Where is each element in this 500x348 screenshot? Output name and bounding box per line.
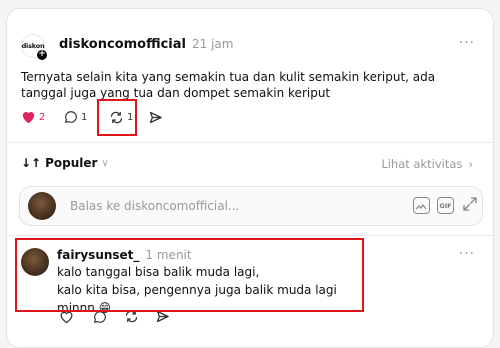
heart-outline-icon — [60, 311, 73, 324]
comment-bubble-icon — [64, 111, 77, 124]
divider — [7, 142, 493, 143]
sort-label: Populer — [45, 156, 98, 170]
expand-icon[interactable] — [461, 195, 479, 217]
like-count: 2 — [39, 111, 46, 123]
comment-button[interactable]: 1 — [64, 110, 87, 124]
post-header: diskoncomofficial 21 jam — [59, 37, 233, 52]
post-more-icon[interactable]: ··· — [459, 35, 475, 51]
post-username[interactable]: diskoncomofficial — [59, 37, 186, 52]
follow-plus-icon[interactable]: + — [36, 49, 48, 61]
sort-arrows-icon: ↓↑ — [21, 156, 42, 170]
comment-more-icon[interactable]: ··· — [459, 246, 475, 262]
comment-count: 1 — [81, 111, 88, 123]
image-glyph-icon — [415, 203, 427, 210]
divider — [7, 235, 493, 236]
view-activity-link[interactable]: Lihat aktivitas › — [381, 157, 473, 171]
comment-highlight-box — [15, 238, 364, 312]
share-button[interactable] — [148, 110, 163, 129]
post-text: Ternyata selain kita yang semakin tua da… — [21, 70, 436, 100]
view-activity-label: Lihat aktivitas — [381, 157, 463, 171]
chevron-right-icon: › — [468, 157, 473, 171]
expand-arrows-icon — [463, 197, 477, 211]
gif-icon[interactable]: GIF — [437, 197, 454, 214]
like-button[interactable]: 2 — [21, 110, 45, 124]
sort-dropdown[interactable]: ↓↑ Populer ∨ — [21, 156, 109, 170]
my-avatar — [28, 192, 56, 220]
reply-input-box[interactable]: Balas ke diskoncomofficial... GIF — [19, 186, 483, 226]
post-time[interactable]: 21 jam — [192, 37, 233, 51]
chevron-down-icon: ∨ — [101, 157, 109, 169]
heart-filled-icon — [22, 112, 35, 124]
post-card: diskon + diskoncomofficial 21 jam ··· Te… — [6, 8, 494, 348]
image-icon[interactable] — [413, 197, 430, 214]
comment-bubble-icon — [93, 311, 106, 324]
repost-highlight-box — [97, 99, 137, 136]
send-icon — [149, 111, 162, 124]
reply-input[interactable]: Balas ke diskoncomofficial... — [70, 199, 239, 213]
